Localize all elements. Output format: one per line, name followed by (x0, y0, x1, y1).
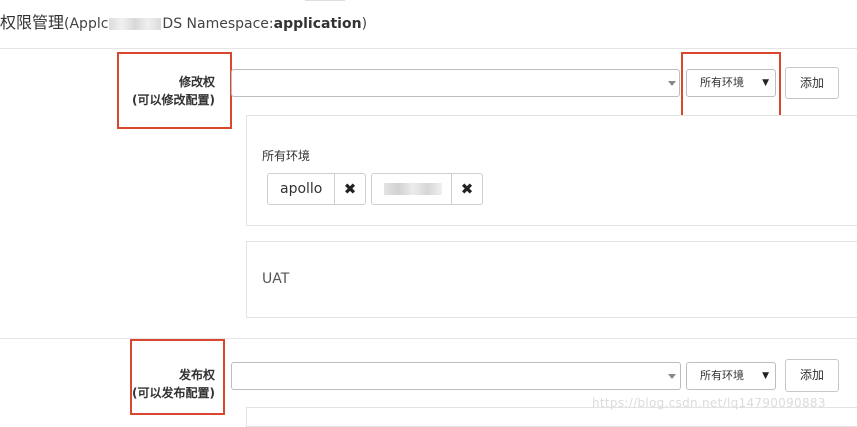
modify-permission-label: 修改权 (可以修改配置) (122, 73, 215, 109)
modify-env-select-value: 所有环境 (700, 76, 744, 89)
release-label-desc: (可以发布配置) (132, 386, 215, 400)
user-tag: apollo ✖ (267, 173, 366, 205)
modify-env-select[interactable]: 所有环境 ▼ (686, 69, 776, 97)
dropdown-arrow-icon: ▼ (762, 78, 769, 88)
chevron-down-icon (668, 374, 676, 379)
namespace-name: application (273, 16, 362, 32)
page-header: 权限管理(Applc DS Namespace:application) (0, 0, 857, 49)
release-label-title: 发布权 (178, 368, 215, 382)
release-user-select[interactable] (231, 362, 681, 390)
title-prefix: (Applc (64, 16, 109, 32)
release-env-select-value: 所有环境 (700, 369, 744, 382)
redacted-user-name (384, 183, 442, 195)
remove-user-icon[interactable]: ✖ (451, 174, 482, 204)
modify-env-panel-uat: UAT (246, 241, 857, 318)
release-env-select[interactable]: 所有环境 ▼ (686, 362, 776, 390)
release-add-button[interactable]: 添加 (785, 359, 839, 392)
watermark-text: https://blog.csdn.net/lq14790090883 (592, 396, 826, 410)
env-group-name: 所有环境 (262, 149, 311, 163)
modify-env-panel-all: 所有环境 apollo ✖ ✖ (246, 115, 857, 226)
release-env-panel (246, 407, 857, 427)
dropdown-arrow-icon: ▼ (762, 371, 769, 381)
modify-label-desc: (可以修改配置) (132, 93, 215, 107)
title-main: 权限管理 (0, 13, 65, 32)
title-suffix: DS Namespace: (162, 16, 274, 32)
modify-label-title: 修改权 (178, 75, 215, 89)
title-close: ) (361, 16, 368, 32)
user-tag-name: apollo (280, 181, 323, 197)
redacted-app-name (109, 17, 162, 30)
modify-user-select[interactable] (231, 69, 680, 97)
remove-user-icon[interactable]: ✖ (334, 174, 365, 204)
user-tag: ✖ (371, 173, 483, 205)
page-title: 权限管理(Applc DS Namespace:application) (0, 9, 367, 33)
section-divider (0, 338, 857, 339)
env-group-name: UAT (262, 271, 290, 287)
release-permission-label: 发布权 (可以发布配置) (122, 366, 215, 402)
modify-add-button[interactable]: 添加 (785, 67, 839, 99)
chevron-down-icon (668, 81, 676, 86)
